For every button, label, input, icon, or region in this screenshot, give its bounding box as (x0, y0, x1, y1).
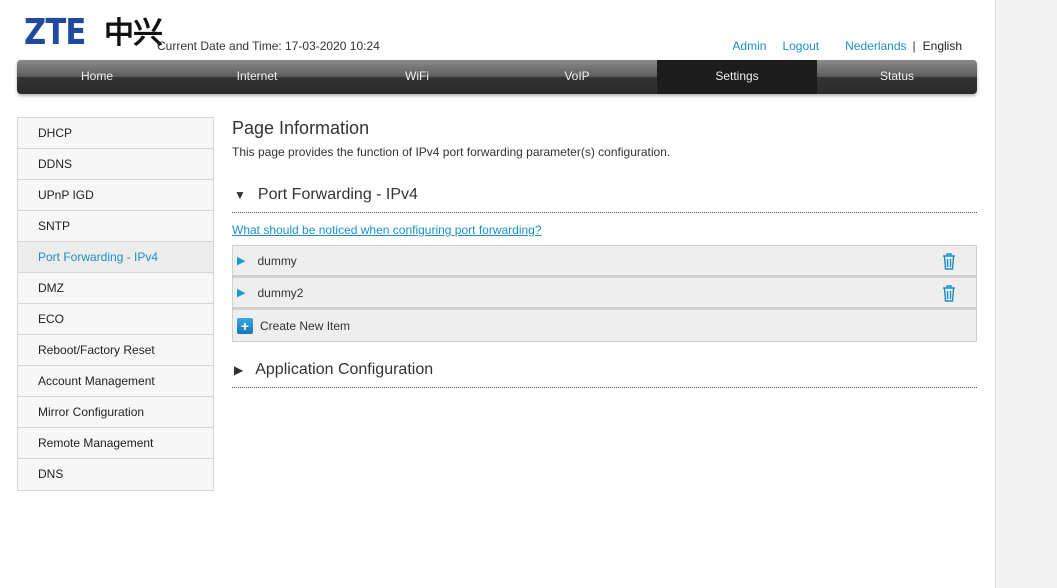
nav-status[interactable]: Status (817, 60, 977, 94)
main-nav: Home Internet WiFi VoIP Settings Status (17, 60, 977, 94)
section-port-forwarding[interactable]: ▼ Port Forwarding - IPv4 (232, 186, 977, 213)
trash-icon[interactable] (942, 285, 956, 302)
list-item[interactable]: ▶ dummy2 (233, 278, 976, 310)
collapsed-triangle-icon: ▶ (234, 363, 244, 377)
sidebar-item-upnp[interactable]: UPnP IGD (18, 180, 213, 211)
nav-internet[interactable]: Internet (177, 60, 337, 94)
current-datetime: Current Date and Time: 17-03-2020 10:24 (157, 39, 380, 53)
nederlands-link[interactable]: Nederlands (845, 39, 906, 53)
page-description: This page provides the function of IPv4 … (232, 145, 671, 159)
create-label: Create New Item (260, 318, 351, 333)
item-name: dummy2 (257, 285, 304, 300)
nav-wifi[interactable]: WiFi (337, 60, 497, 94)
sidebar-item-dmz[interactable]: DMZ (18, 273, 213, 304)
sidebar-item-mirror[interactable]: Mirror Configuration (18, 397, 213, 428)
page: ZTE 中兴 Current Date and Time: 17-03-2020 … (0, 0, 996, 588)
plus-icon: + (237, 317, 253, 334)
expanded-triangle-icon: ▼ (234, 188, 246, 202)
nav-home[interactable]: Home (17, 60, 177, 94)
sidebar-item-eco[interactable]: ECO (18, 304, 213, 335)
section-application-configuration[interactable]: ▶ Application Configuration (232, 361, 977, 388)
sidebar-item-dns[interactable]: DNS (18, 459, 213, 490)
trash-icon[interactable] (942, 253, 956, 270)
nav-settings[interactable]: Settings (657, 60, 817, 94)
zte-logo: ZTE 中兴 (24, 12, 163, 53)
help-link[interactable]: What should be noticed when configuring … (232, 223, 977, 237)
section-title: Application Configuration (255, 361, 434, 378)
sidebar-item-reboot[interactable]: Reboot/Factory Reset (18, 335, 213, 366)
create-new-item-button[interactable]: + Create New Item (233, 310, 976, 341)
sidebar-item-sntp[interactable]: SNTP (18, 211, 213, 242)
sidebar: DHCP DDNS UPnP IGD SNTP Port Forwarding … (17, 117, 214, 491)
page-title: Page Information (232, 118, 370, 138)
expand-arrow-icon[interactable]: ▶ (237, 254, 245, 267)
sidebar-item-remote[interactable]: Remote Management (18, 428, 213, 459)
sidebar-item-dhcp[interactable]: DHCP (18, 118, 213, 149)
language-separator: | (912, 39, 916, 53)
english-link[interactable]: English (923, 39, 962, 53)
sidebar-item-account[interactable]: Account Management (18, 366, 213, 397)
admin-link[interactable]: Admin (732, 39, 766, 53)
logout-link[interactable]: Logout (782, 39, 819, 53)
item-name: dummy (257, 253, 297, 268)
section-title: Port Forwarding - IPv4 (257, 186, 418, 203)
list-item[interactable]: ▶ dummy (233, 246, 976, 278)
expand-arrow-icon[interactable]: ▶ (237, 286, 245, 299)
rule-list: ▶ dummy ▶ dummy2 + Create New Item (232, 245, 977, 342)
sidebar-item-port-forwarding[interactable]: Port Forwarding - IPv4 (18, 242, 213, 273)
sidebar-item-ddns[interactable]: DDNS (18, 149, 213, 180)
nav-voip[interactable]: VoIP (497, 60, 657, 94)
